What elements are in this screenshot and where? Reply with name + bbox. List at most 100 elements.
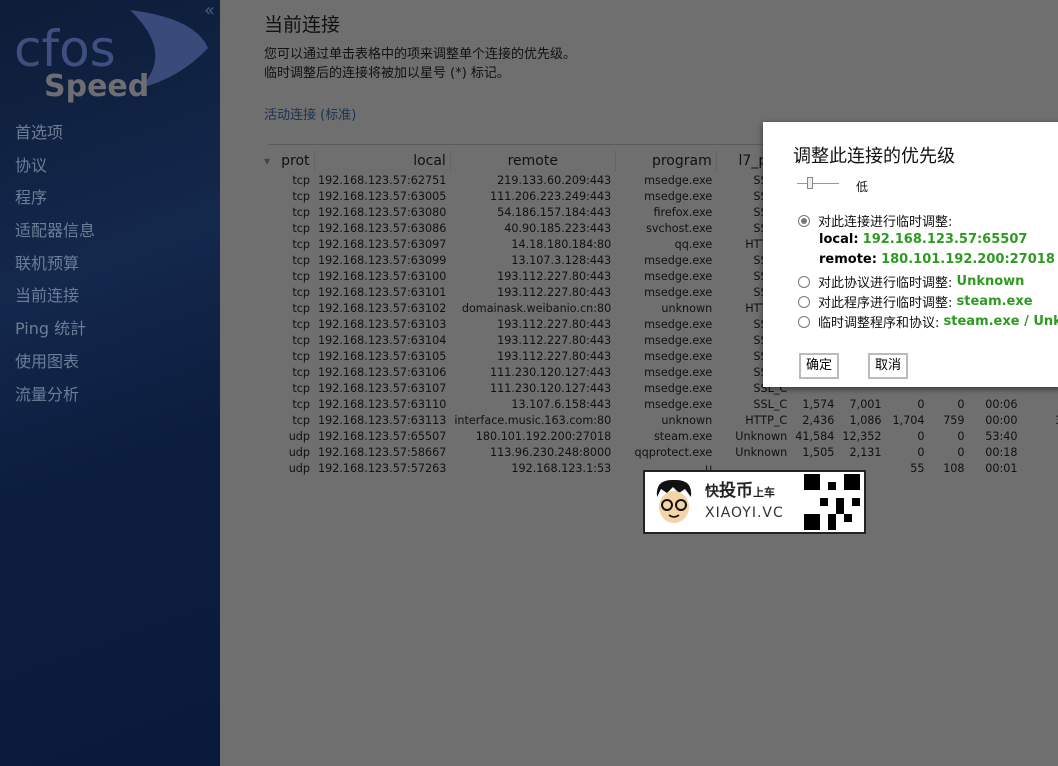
slider-thumb[interactable] <box>807 177 813 189</box>
table-cell: 192.168.123.57:63106 <box>318 365 447 379</box>
table-cell: 219.133.60.209:443 <box>497 173 612 187</box>
table-cell: 192.168.123.57:63104 <box>318 333 447 347</box>
table-cell: 192.168.123.57:65507 <box>318 429 447 443</box>
table-cell: msedge.exe <box>644 333 713 347</box>
radio-protocol[interactable]: 对此协议进行临时调整: Unknown <box>798 272 1024 291</box>
table-cell: 1,505 <box>802 445 835 459</box>
table-cell: tcp <box>292 301 310 315</box>
remote-value: 180.101.192.200:27018 <box>881 252 1055 267</box>
table-cell: tcp <box>292 317 310 331</box>
table-cell: 14.18.180.184:80 <box>511 237 612 251</box>
table-cell: 2,131 <box>849 445 882 459</box>
priority-slider[interactable] <box>797 177 839 191</box>
table-cell: 192.168.123.57:57263 <box>318 461 447 475</box>
table-cell: 193.112.227.80:443 <box>497 333 612 347</box>
sidebar-item-ping-stats[interactable]: Ping 统計 <box>15 316 95 349</box>
column-header-remote[interactable]: remote <box>449 150 616 172</box>
table-cell: 7,001 <box>849 397 882 411</box>
table-cell: 0 <box>957 397 965 411</box>
table-row[interactable]: tcp 192.168.123.57:63113 interface.music.1… <box>260 412 1058 428</box>
sidebar-item-protocols[interactable]: 协议 <box>15 153 95 186</box>
table-cell: 0 <box>917 445 925 459</box>
table-cell: tcp <box>292 397 310 411</box>
active-connections-link[interactable]: 活动连接 (标准) <box>264 104 356 123</box>
table-cell: interface.music.163.com:80 <box>454 413 612 427</box>
sidebar-item-traffic-analysis[interactable]: 流量分析 <box>15 382 95 415</box>
table-cell: tcp <box>292 381 310 395</box>
cancel-button[interactable]: 取消 <box>868 353 909 379</box>
table-row[interactable]: tcp 192.168.123.57:63110 13.107.6.158:443 m… <box>260 396 1058 412</box>
table-cell: 192.168.123.57:63103 <box>318 317 447 331</box>
table-cell: 0 <box>1022 428 1058 444</box>
table-cell: 192.168.123.57:62751 <box>318 173 447 187</box>
qr-code-icon <box>804 474 860 530</box>
priority-level-label: 低 <box>856 180 869 194</box>
table-cell: msedge.exe <box>644 397 713 411</box>
table-cell: 192.168.123.57:58667 <box>318 445 447 459</box>
radio-icon[interactable] <box>798 275 810 288</box>
sidebar-item-current-connections[interactable]: 当前连接 <box>15 283 95 316</box>
table-cell: 0 <box>1022 444 1058 460</box>
table-cell: qqprotect.exe <box>634 445 713 459</box>
table-cell: Unknown <box>735 429 788 443</box>
remote-label: remote: <box>819 252 877 267</box>
table-cell: 12,352 <box>842 429 882 443</box>
table-cell: tcp <box>292 237 310 251</box>
column-header-program[interactable]: program <box>614 150 717 172</box>
table-cell: 193.112.227.80:443 <box>497 285 612 299</box>
sidebar-nav: 首选项 协议 程序 适配器信息 联机预算 当前连接 Ping 统計 使用图表 流… <box>15 120 95 414</box>
table-cell: 193.112.227.80:443 <box>497 269 612 283</box>
table-cell: 0 <box>917 429 925 443</box>
table-cell: tcp <box>292 333 310 347</box>
table-cell: tcp <box>292 413 310 427</box>
table-cell: udp <box>288 429 310 443</box>
sidebar-item-online-budget[interactable]: 联机预算 <box>15 251 95 284</box>
table-cell: tcp <box>292 285 310 299</box>
table-cell: 1,574 <box>802 397 835 411</box>
collapse-sidebar-icon[interactable]: « <box>204 0 215 21</box>
table-cell: udp <box>288 461 310 475</box>
table-cell: msedge.exe <box>644 189 713 203</box>
table-cell: HTTP_C <box>745 413 788 427</box>
radio-selected-icon[interactable] <box>798 214 810 227</box>
table-cell: domainask.weibanio.cn:80 <box>461 301 612 315</box>
table-cell: 0 <box>1022 460 1058 476</box>
sidebar-item-preferences[interactable]: 首选项 <box>15 120 95 153</box>
description-line-1: 您可以通过单击表格中的项来调整单个连接的优先级。 <box>264 47 577 62</box>
table-cell: 1,704 <box>892 413 925 427</box>
column-header-prot[interactable]: ▼ prot <box>260 150 314 172</box>
radio-program-label: 对此程序进行临时调整: <box>818 296 953 311</box>
ok-button[interactable]: 确定 <box>799 353 840 379</box>
table-cell: 193.112.227.80:443 <box>497 349 612 363</box>
table-cell: msedge.exe <box>644 381 713 395</box>
table-cell: 40.90.185.223:443 <box>504 221 612 235</box>
table-cell: 193.112.227.80:443 <box>497 317 612 331</box>
table-cell: 192.168.123.57:63107 <box>318 381 447 395</box>
sidebar-item-usage-charts[interactable]: 使用图表 <box>15 349 95 382</box>
table-row[interactable]: udp 192.168.123.57:65507 180.101.192.200:2… <box>260 428 1058 444</box>
table-cell: 00:18 <box>985 445 1018 459</box>
table-cell: msedge.exe <box>644 317 713 331</box>
radio-connection-label: 对此连接进行临时调整: <box>818 215 953 230</box>
column-header-local[interactable]: local <box>313 150 451 172</box>
table-cell: unknown <box>661 301 713 315</box>
table-cell: tcp <box>292 221 310 235</box>
radio-program-protocol[interactable]: 临时调整程序和协议: steam.exe / Unknown <box>798 312 1058 331</box>
radio-icon[interactable] <box>798 315 810 328</box>
radio-program[interactable]: 对此程序进行临时调整: steam.exe <box>798 292 1033 311</box>
table-cell: 00:06 <box>985 397 1018 411</box>
priority-dialog: 调整此连接的优先级 低 对此连接进行临时调整: local: 192.168.1… <box>763 122 1058 387</box>
sidebar-item-programs[interactable]: 程序 <box>15 185 95 218</box>
sidebar-item-adapter-info[interactable]: 适配器信息 <box>15 218 95 251</box>
table-cell: 2,436 <box>802 413 835 427</box>
watermark-site: XIAOYI.VC <box>705 505 784 521</box>
table-row[interactable]: udp 192.168.123.57:58667 113.96.230.248:80… <box>260 444 1058 460</box>
radio-icon[interactable] <box>798 295 810 308</box>
table-cell: msedge.exe <box>644 349 713 363</box>
table-cell: 192.168.123.57:63105 <box>318 349 447 363</box>
description-line-2: 临时调整后的连接将被加以星号 (*) 标记。 <box>264 66 510 81</box>
sidebar: cfos Speed « 首选项 协议 程序 适配器信息 联机预算 当前连接 P… <box>0 0 220 766</box>
radio-connection[interactable]: 对此连接进行临时调整: <box>798 211 952 230</box>
table-cell: SSL_C <box>753 397 788 411</box>
table-cell: tcp <box>292 173 310 187</box>
